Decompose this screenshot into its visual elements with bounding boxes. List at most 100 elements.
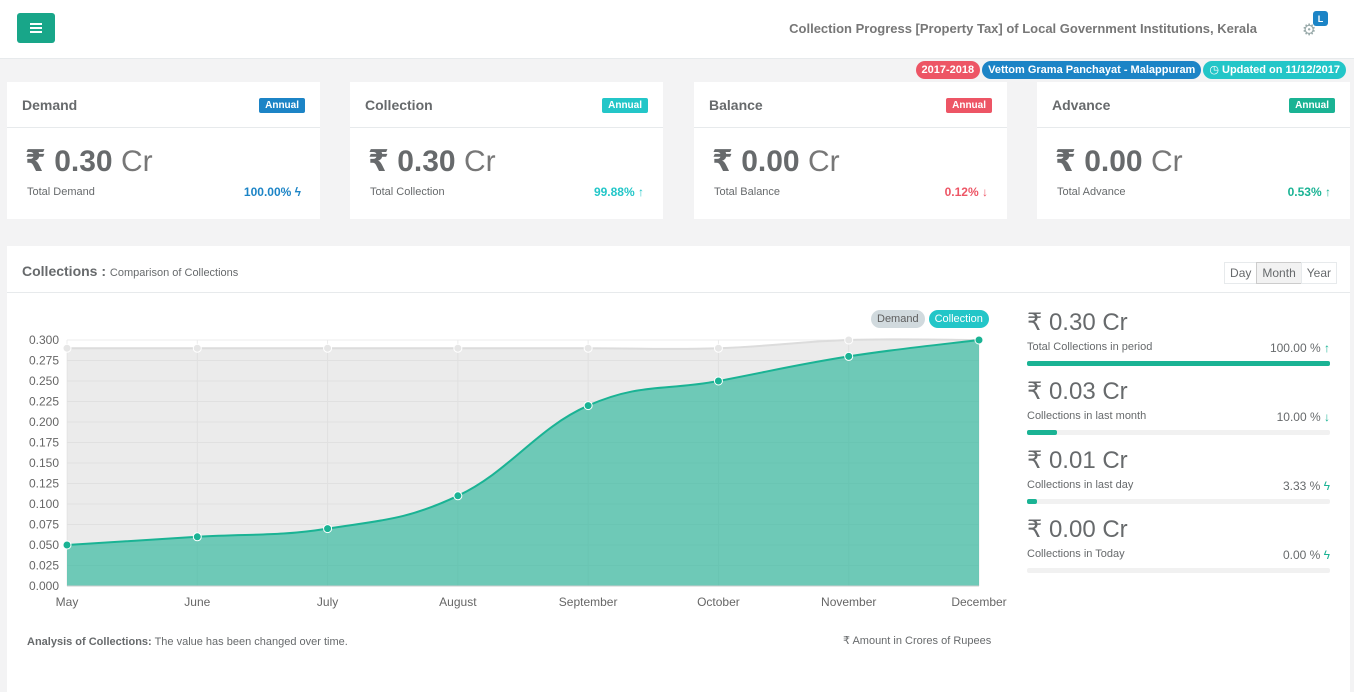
card-demand: Demand Annual ₹ 0.30 Cr Total Demand 100.… [7,82,320,219]
collections-area-chart: 0.300 0.275 0.250 0.225 0.200 0.175 0.150 0.125… [29,333,1007,609]
stat-progress-bar [1027,568,1330,573]
y-tick-label: 0.275 [29,354,59,368]
period-day-button[interactable]: Day [1224,262,1258,284]
demand-point [713,343,723,353]
unit-note: ₹ Amount in Crores of Rupees [843,635,992,647]
card-advance: Advance Annual ₹ 0.00 Cr Total Advance 0.… [1037,82,1350,219]
y-tick-label: 0.150 [29,456,59,470]
collection-point [192,532,202,542]
card-balance: Balance Annual ₹ 0.00 Cr Total Balance 0.… [694,82,1007,219]
y-tick-label: 0.075 [29,518,59,532]
demand-point [844,335,854,345]
collection-point [974,335,984,345]
collection-point [453,491,463,501]
collection-point [583,401,593,411]
stat-percent: 10.00 % ↓ [1276,410,1330,424]
card-title: Balance [709,97,763,113]
y-tick-label: 0.100 [29,497,59,511]
x-tick-label: November [821,595,876,609]
stat-label: Total Collections in period [1027,341,1153,353]
card-percent: 100.00% ϟ [243,185,301,199]
bolt-icon: ϟ [1323,479,1330,493]
card-amount: ₹ 0.30 Cr [25,145,153,178]
card-badge: Annual [602,98,648,113]
demand-point [323,343,333,353]
stat-last-month: ₹ 0.03 Cr Collections in last month 10.00… [1027,377,1330,435]
stat-percent: 0.00 % ϟ [1282,548,1330,562]
context-tags: 2017-2018 Vettom Grama Panchayat - Malap… [915,61,1346,79]
y-tick-label: 0.125 [29,477,59,491]
y-tick-label: 0.175 [29,436,59,450]
stat-label: Collections in Today [1027,548,1125,560]
bolt-icon: ϟ [1323,548,1330,562]
stat-amount: ₹ 0.01 Cr [1027,447,1128,474]
arrow-down-icon: ↓ [1324,410,1330,424]
x-tick-label: June [184,595,210,609]
period-month-button[interactable]: Month [1256,262,1302,284]
y-tick-label: 0.300 [29,333,59,347]
stat-percent: 100.00 % ↑ [1269,341,1330,355]
card-collection: Collection Annual ₹ 0.30 Cr Total Collect… [350,82,663,219]
arrow-up-icon: ↑ [1325,185,1331,199]
year-tag: 2017-2018 [915,61,981,79]
institution-tag: Vettom Grama Panchayat - Malappuram [982,61,1202,79]
bolt-icon: ϟ [294,185,301,199]
card-label: Total Demand [27,186,95,198]
x-tick-label: May [56,595,79,609]
updated-text: Updated on 11/12/2017 [1222,64,1340,76]
stat-last-day: ₹ 0.01 Cr Collections in last day 3.33 % … [1027,446,1330,504]
card-title: Demand [22,97,78,113]
collections-panel: Collections : Comparison of Collections … [7,246,1350,692]
stat-amount: ₹ 0.03 Cr [1027,378,1128,405]
stat-today: ₹ 0.00 Cr Collections in Today 0.00 % ϟ [1027,515,1330,573]
y-tick-label: 0.025 [29,559,59,573]
card-label: Total Balance [714,186,781,198]
stat-amount: ₹ 0.00 Cr [1027,516,1128,543]
x-tick-label: October [697,595,740,609]
stat-total-period: ₹ 0.30 Cr Total Collections in period 100… [1027,308,1330,366]
x-tick-label: August [439,595,477,609]
card-amount: ₹ 0.30 Cr [368,145,496,178]
stat-progress-bar [1027,361,1330,366]
period-year-button[interactable]: Year [1300,262,1337,284]
card-amount: ₹ 0.00 Cr [712,145,840,178]
stat-label: Collections in last month [1027,410,1147,422]
collection-point [323,524,333,534]
card-amount: ₹ 0.00 Cr [1055,145,1183,178]
demand-point [453,343,463,353]
y-tick-label: 0.050 [29,538,59,552]
arrow-down-icon: ↓ [982,185,988,199]
card-badge: Annual [259,98,305,113]
demand-point [192,343,202,353]
card-label: Total Collection [370,186,445,198]
collection-point [713,376,723,386]
y-tick-label: 0.225 [29,395,59,409]
card-percent: 0.53% ↑ [1287,185,1331,199]
demand-point [583,343,593,353]
y-tick-label: 0.200 [29,415,59,429]
hamburger-icon [30,23,42,33]
card-badge: Annual [946,98,992,113]
stat-amount: ₹ 0.30 Cr [1027,309,1128,336]
arrow-up-icon: ↑ [638,185,644,199]
card-title: Advance [1052,97,1111,113]
top-navbar: Collection Progress [Property Tax] of Lo… [0,0,1354,59]
stat-percent: 3.33 % ϟ [1282,479,1330,493]
arrow-up-icon: ↑ [1324,341,1330,355]
collection-point [62,540,72,550]
card-percent: 0.12% ↓ [944,185,988,199]
card-label: Total Advance [1057,186,1126,198]
clock-icon: ◷ [1209,64,1222,76]
stat-label: Collections in last day [1027,479,1134,491]
user-avatar-badge[interactable]: L [1313,11,1328,26]
menu-toggle-button[interactable] [17,13,55,43]
collection-point [844,351,854,361]
x-tick-label: July [317,595,338,609]
stat-progress-bar [1027,430,1330,435]
y-tick-label: 0.000 [29,579,59,593]
y-tick-label: 0.250 [29,374,59,388]
card-title: Collection [365,97,433,113]
analysis-note: Analysis of Collections: The value has b… [27,636,348,648]
x-tick-label: December [951,595,1006,609]
card-percent: 99.88% ↑ [593,185,644,199]
